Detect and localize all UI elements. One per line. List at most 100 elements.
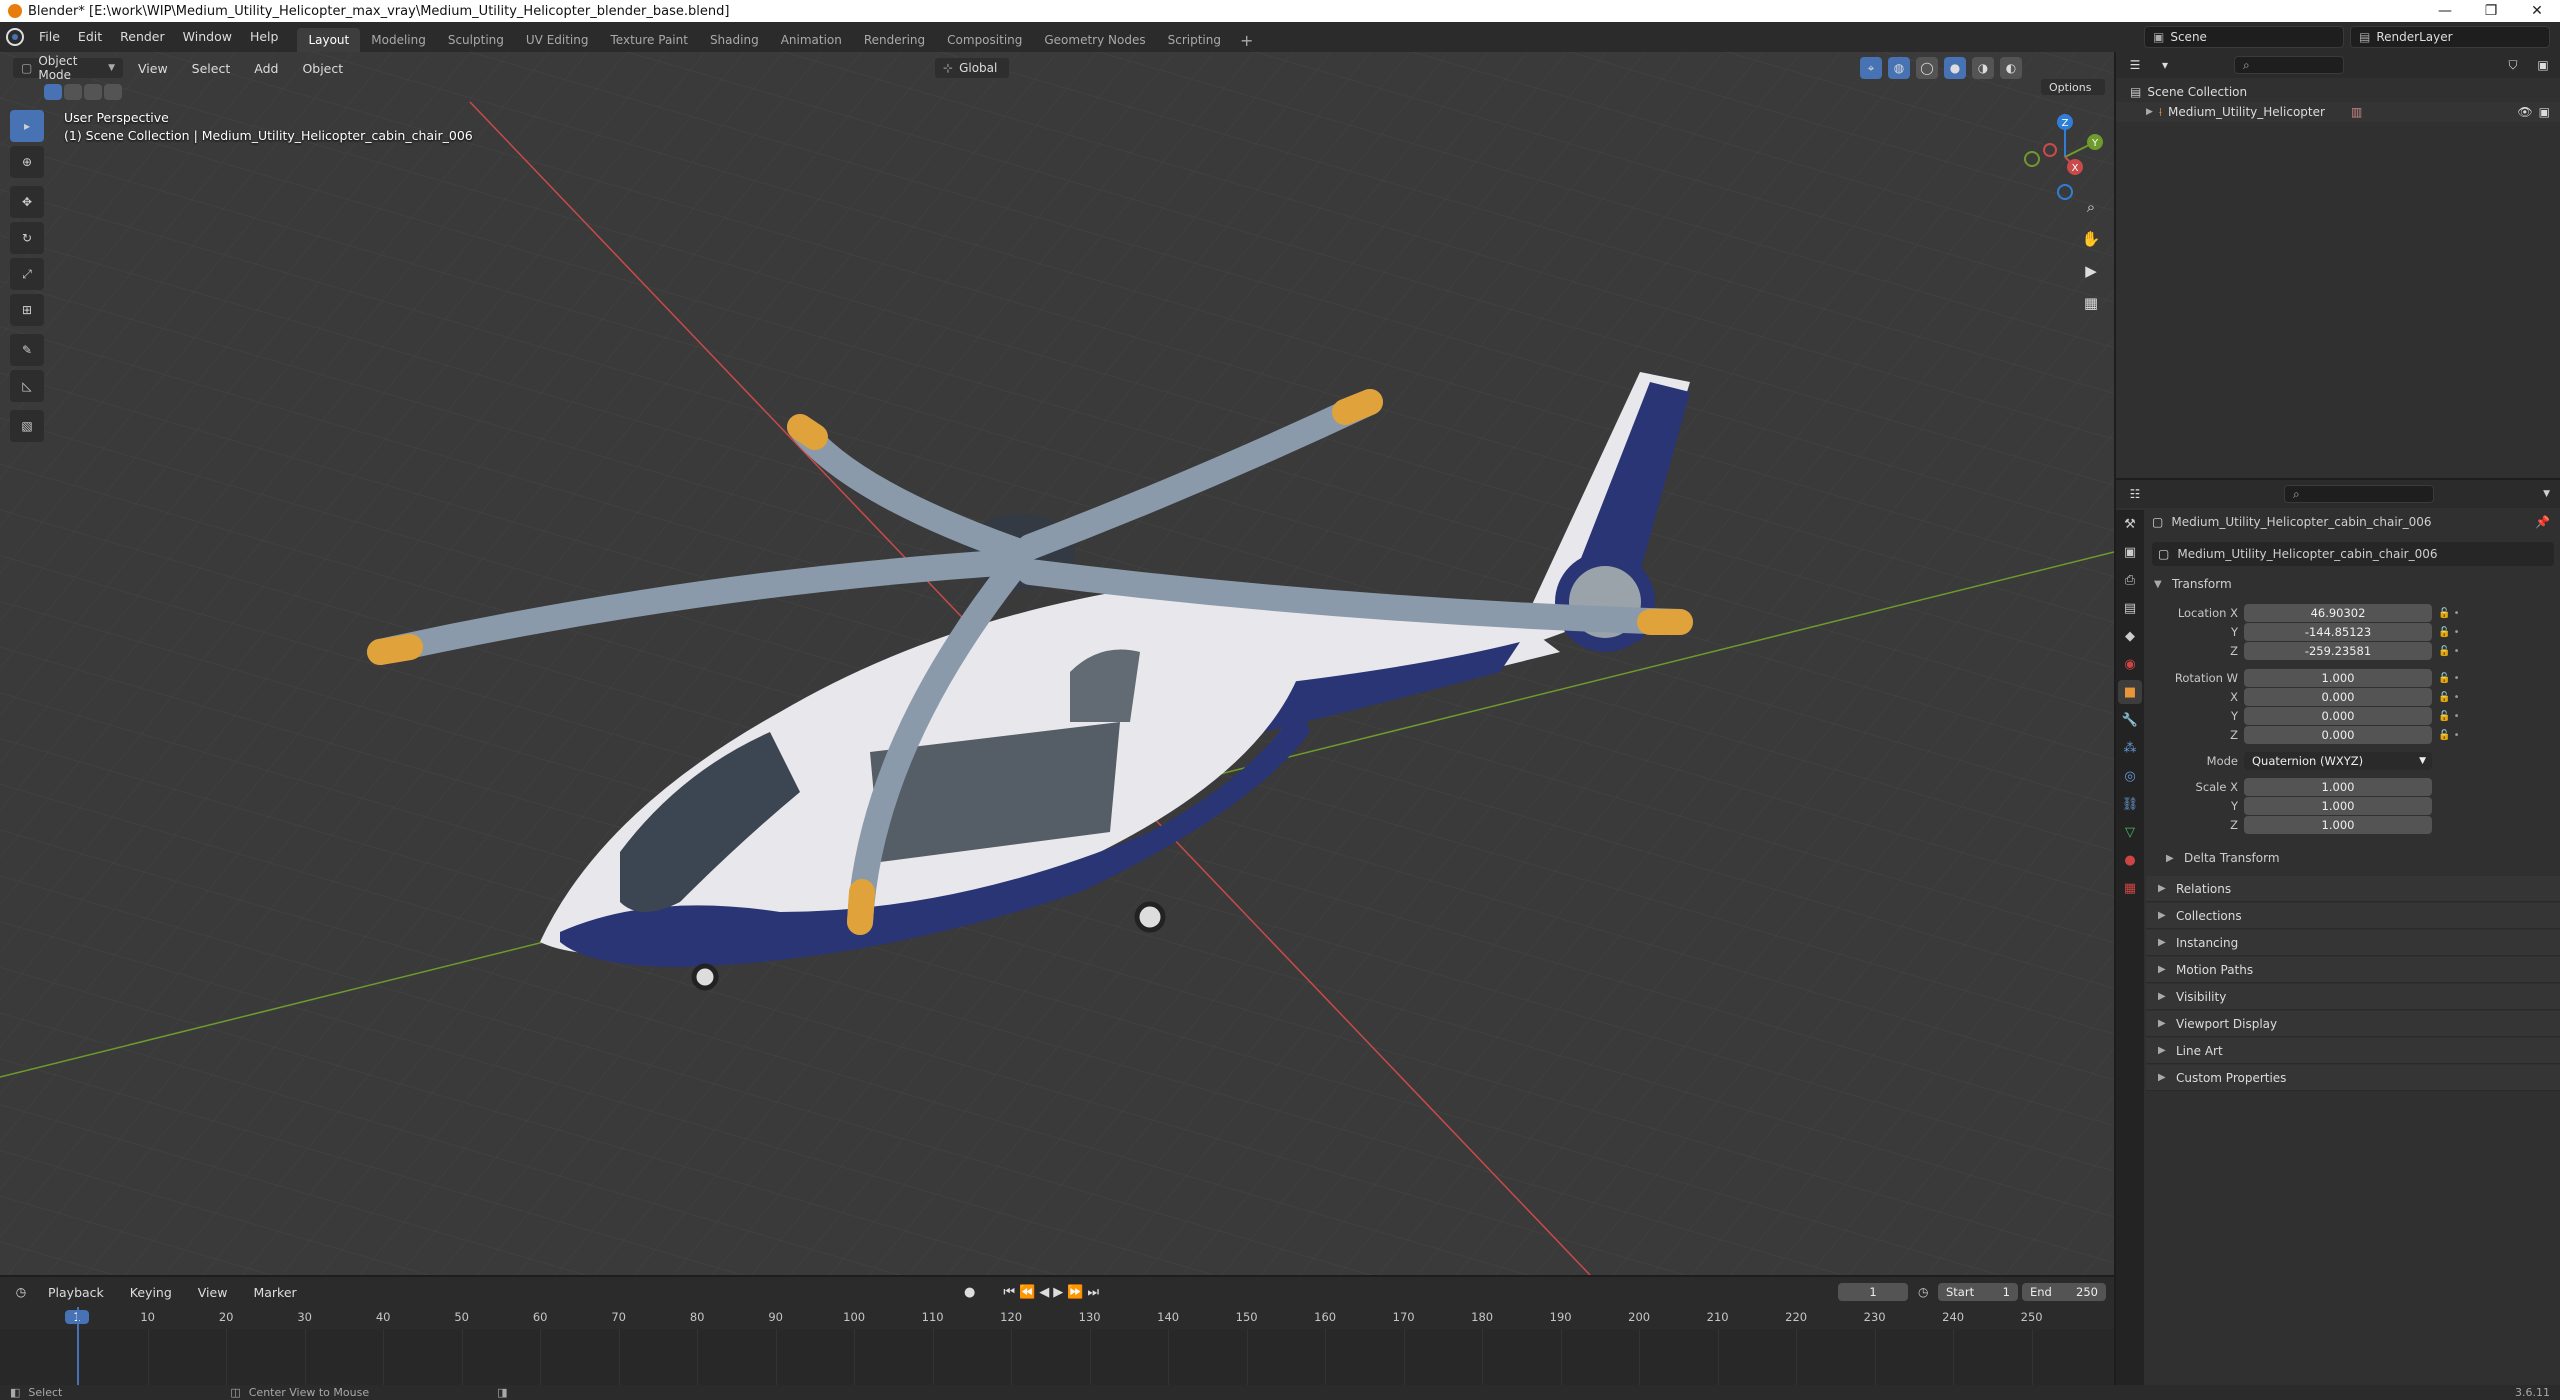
location-y-field[interactable]: -144.85123 <box>2244 623 2432 641</box>
select-box-tool-icon[interactable]: ▸ <box>10 110 44 142</box>
blender-menu-icon[interactable] <box>6 28 24 46</box>
tab-shading[interactable]: Shading <box>699 28 770 52</box>
playhead-line[interactable] <box>77 1307 79 1387</box>
panel-motion-paths[interactable]: ▶ Motion Paths <box>2146 957 2560 983</box>
scene-tab-icon[interactable]: ◆ <box>2118 624 2142 648</box>
visibility-eye-icon[interactable]: 👁 <box>2517 105 2532 119</box>
select-mode-invert-icon[interactable] <box>104 84 122 100</box>
mode-selector[interactable]: ▢ Object Mode ▼ <box>12 54 124 82</box>
rendered-shading-icon[interactable]: ◐ <box>2000 57 2022 79</box>
overlays-toggle-icon[interactable]: ◍ <box>1888 57 1910 79</box>
menu-render[interactable]: Render <box>111 22 174 52</box>
select-mode-extend-icon[interactable] <box>64 84 82 100</box>
timeline-menu-playback[interactable]: Playback <box>38 1285 114 1300</box>
properties-search-input[interactable]: ⌕ <box>2284 485 2434 503</box>
camera-view-icon[interactable]: ▶ <box>2076 256 2106 286</box>
object-tab-icon[interactable]: ■ <box>2118 680 2142 704</box>
gizmo-toggle-icon[interactable]: ⌖ <box>1860 57 1882 79</box>
rotation-mode-dropdown[interactable]: Quaternion (WXYZ) ▼ <box>2244 752 2432 770</box>
outliner-item[interactable]: ▶ ⟊ Medium_Utility_Helicopter ▥ 👁 ▣ <box>2116 102 2560 122</box>
zoom-icon[interactable]: ⌕ <box>2076 192 2106 222</box>
tab-modeling[interactable]: Modeling <box>360 28 437 52</box>
world-tab-icon[interactable]: ◉ <box>2118 652 2142 676</box>
tab-scripting[interactable]: Scripting <box>1157 28 1232 52</box>
add-workspace-icon[interactable]: + <box>1232 31 1261 50</box>
lock-icon[interactable]: 🔓 • <box>2438 604 2478 623</box>
panel-custom-properties[interactable]: ▶ Custom Properties <box>2146 1065 2560 1091</box>
jump-start-icon[interactable]: ⏮ <box>1003 1285 1015 1300</box>
data-tab-icon[interactable]: ▽ <box>2118 820 2142 844</box>
view-layer-tab-icon[interactable]: ▤ <box>2118 596 2142 620</box>
add-cube-tool-icon[interactable]: ▧ <box>10 410 44 442</box>
menu-window[interactable]: Window <box>174 22 241 52</box>
properties-editor-type-icon[interactable]: ☷ <box>2124 483 2146 505</box>
rotation-y-field[interactable]: 0.000 <box>2244 707 2432 725</box>
panel-collections[interactable]: ▶ Collections <box>2146 903 2560 929</box>
outliner-search-input[interactable]: ⌕ <box>2234 56 2344 74</box>
panel-instancing[interactable]: ▶ Instancing <box>2146 930 2560 956</box>
view-layer-selector[interactable]: ▤ RenderLayer <box>2350 26 2550 48</box>
scale-y-field[interactable]: 1.000 <box>2244 797 2432 815</box>
gizmo-neg-z-icon[interactable] <box>2057 184 2073 200</box>
timeline-track-area[interactable] <box>0 1329 2114 1385</box>
render-camera-icon[interactable]: ▣ <box>2539 105 2550 119</box>
properties-options-icon[interactable]: ▼ <box>2543 489 2550 499</box>
panel-visibility[interactable]: ▶ Visibility <box>2146 984 2560 1010</box>
rotation-w-field[interactable]: 1.000 <box>2244 669 2432 687</box>
close-button[interactable]: ✕ <box>2514 3 2560 19</box>
gizmo-neg-x-icon[interactable] <box>2043 143 2057 157</box>
transform-panel-header[interactable]: ▼ Transform <box>2146 572 2560 596</box>
modifier-tab-icon[interactable]: 🔧 <box>2118 708 2142 732</box>
tab-texture-paint[interactable]: Texture Paint <box>600 28 699 52</box>
cursor-tool-icon[interactable]: ⊕ <box>10 146 44 178</box>
measure-tool-icon[interactable]: ◺ <box>10 370 44 402</box>
play-reverse-icon[interactable]: ◀ <box>1039 1285 1049 1300</box>
tab-geometry-nodes[interactable]: Geometry Nodes <box>1033 28 1156 52</box>
scale-tool-icon[interactable]: ⤢ <box>10 258 44 290</box>
tool-tab-icon[interactable]: ⚒ <box>2118 512 2142 536</box>
transform-tool-icon[interactable]: ⊞ <box>10 294 44 326</box>
jump-end-icon[interactable]: ⏭ <box>1087 1285 1099 1300</box>
render-tab-icon[interactable]: ▣ <box>2118 540 2142 564</box>
start-frame-field[interactable]: Start 1 <box>1938 1283 2018 1301</box>
viewport-menu-view[interactable]: View <box>128 61 178 76</box>
move-tool-icon[interactable]: ✥ <box>10 186 44 218</box>
rotate-tool-icon[interactable]: ↻ <box>10 222 44 254</box>
transform-orientation[interactable]: ⊹ Global <box>934 57 1010 79</box>
material-shading-icon[interactable]: ◑ <box>1972 57 1994 79</box>
maximize-button[interactable]: ❐ <box>2468 3 2514 19</box>
constraints-tab-icon[interactable]: ⛓ <box>2118 792 2142 816</box>
options-dropdown[interactable]: Options <box>2040 78 2106 96</box>
next-keyframe-icon[interactable]: ⏩ <box>1067 1285 1083 1300</box>
viewport-menu-object[interactable]: Object <box>292 61 353 76</box>
lock-icon[interactable]: 🔓 • <box>2438 669 2478 688</box>
pan-hand-icon[interactable]: ✋ <box>2076 224 2106 254</box>
rotation-z-field[interactable]: 0.000 <box>2244 726 2432 744</box>
filter-icon[interactable]: ⛉ <box>2502 54 2524 76</box>
gizmo-neg-y-icon[interactable] <box>2024 151 2040 167</box>
panel-relations[interactable]: ▶ Relations <box>2146 876 2560 902</box>
select-mode-new-icon[interactable] <box>44 84 62 100</box>
outliner-root-row[interactable]: ▤ Scene Collection <box>2116 82 2560 102</box>
scale-x-field[interactable]: 1.000 <box>2244 778 2432 796</box>
timeline-menu-keying[interactable]: Keying <box>120 1285 182 1300</box>
texture-tab-icon[interactable]: ▦ <box>2118 876 2142 900</box>
scene-selector[interactable]: ▣ Scene <box>2144 26 2344 48</box>
object-datablock-field[interactable]: ▢ Medium_Utility_Helicopter_cabin_chair_… <box>2152 542 2554 566</box>
current-frame-field[interactable]: 1 <box>1838 1283 1908 1301</box>
lock-icon[interactable]: 🔓 • <box>2438 623 2478 642</box>
lock-icon[interactable]: 🔓 • <box>2438 707 2478 726</box>
navigation-gizmo[interactable]: Z Y X <box>2020 112 2110 202</box>
3d-viewport[interactable]: ▢ Object Mode ▼ View Select Add Object ⊹… <box>0 52 2114 1275</box>
menu-edit[interactable]: Edit <box>69 22 111 52</box>
panel-line-art[interactable]: ▶ Line Art <box>2146 1038 2560 1064</box>
physics-tab-icon[interactable]: ◎ <box>2118 764 2142 788</box>
location-x-field[interactable]: 46.90302 <box>2244 604 2432 622</box>
lock-icon[interactable]: 🔓 • <box>2438 726 2478 745</box>
tab-rendering[interactable]: Rendering <box>853 28 936 52</box>
location-z-field[interactable]: -259.23581 <box>2244 642 2432 660</box>
play-icon[interactable]: ▶ <box>1053 1285 1063 1300</box>
new-collection-icon[interactable]: ▣ <box>2532 54 2554 76</box>
lock-icon[interactable]: 🔓 • <box>2438 688 2478 707</box>
timeline-menu-marker[interactable]: Marker <box>243 1285 306 1300</box>
